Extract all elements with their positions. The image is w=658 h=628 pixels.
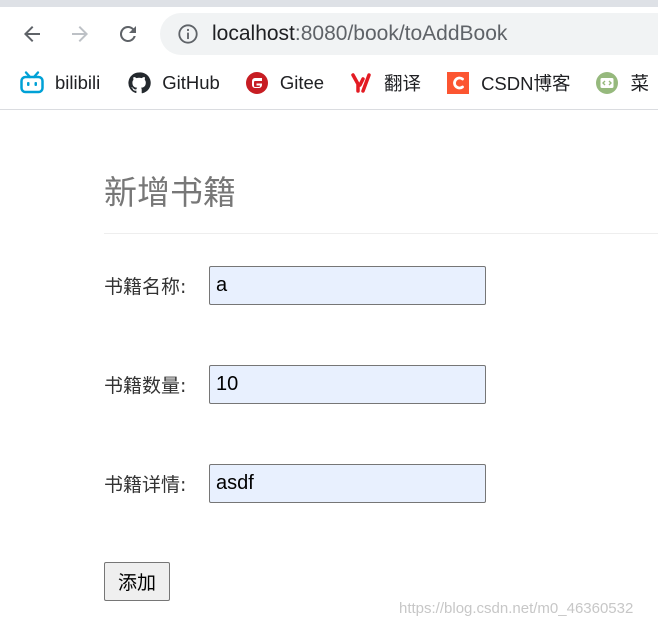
book-count-row: 书籍数量: [104, 364, 486, 404]
tab-strip-edge [0, 0, 658, 7]
forward-button[interactable] [64, 18, 96, 50]
bookmark-label: 菜 [630, 73, 649, 94]
bookmark-label: CSDN博客 [481, 73, 571, 94]
book-name-label: 书籍名称: [104, 275, 187, 298]
url-path: :8080/book/toAddBook [294, 22, 508, 45]
bookmark-runoob[interactable]: 菜 [594, 66, 649, 100]
browser-chrome: localhost:8080/book/toAddBook bilibili G… [0, 0, 658, 110]
book-detail-row: 书籍详情: [104, 463, 486, 503]
bookmark-label: 翻译 [384, 73, 422, 94]
book-detail-input[interactable] [209, 464, 486, 503]
info-icon[interactable] [176, 22, 200, 46]
url-host: localhost [212, 22, 295, 45]
csdn-icon [445, 70, 471, 96]
bookmark-gitee[interactable]: Gitee [244, 66, 324, 100]
bilibili-icon [19, 70, 45, 96]
youdao-icon [348, 70, 374, 96]
bookmark-label: GitHub [162, 72, 220, 93]
bookmark-github[interactable]: GitHub [126, 66, 220, 100]
reload-button[interactable] [112, 18, 144, 50]
bookmark-label: bilibili [55, 72, 101, 93]
book-name-row: 书籍名称: [104, 265, 486, 305]
bookmark-bilibili[interactable]: bilibili [19, 66, 100, 100]
back-button[interactable] [16, 18, 48, 50]
github-icon [126, 70, 152, 96]
page-title: 新增书籍 [104, 173, 236, 212]
book-detail-label: 书籍详情: [104, 473, 187, 496]
book-count-label: 书籍数量: [104, 374, 187, 397]
reload-icon [119, 25, 136, 42]
bookmark-label: Gitee [279, 72, 325, 93]
page-content: 新增书籍 书籍名称: 书籍数量: 书籍详情: 添加 https://blog.c… [0, 110, 658, 628]
runoob-icon [594, 70, 620, 96]
arrow-right-icon [72, 26, 88, 42]
book-count-input[interactable] [209, 365, 486, 404]
bookmark-csdn[interactable]: CSDN博客 [445, 66, 570, 100]
url-text: localhost:8080/book/toAddBook [212, 22, 507, 46]
bookmarks-bar: bilibili GitHub Gitee 翻译 CSDN博客 菜 [0, 66, 658, 100]
gitee-icon [244, 70, 270, 96]
csdn-watermark: https://blog.csdn.net/m0_46360532 [399, 600, 634, 617]
add-button[interactable]: 添加 [104, 562, 170, 601]
title-divider [104, 233, 658, 234]
address-bar[interactable]: localhost:8080/book/toAddBook [160, 13, 658, 55]
arrow-left-icon [24, 26, 40, 42]
book-name-input[interactable] [209, 266, 486, 305]
bookmark-translate[interactable]: 翻译 [348, 66, 421, 100]
